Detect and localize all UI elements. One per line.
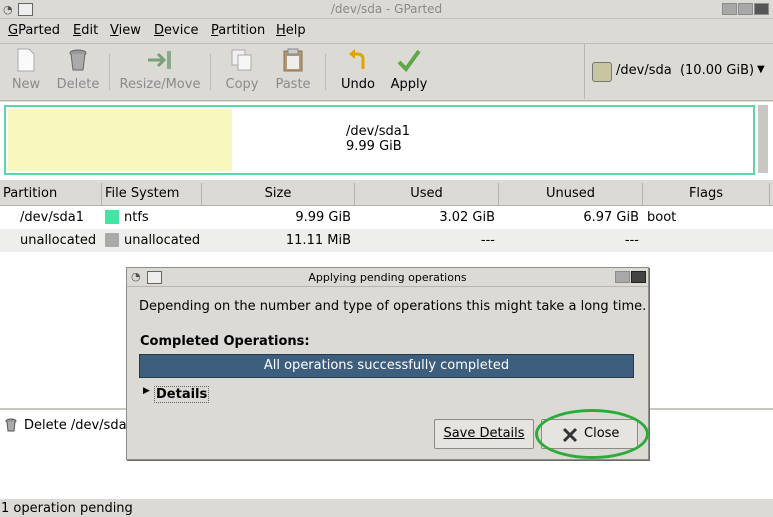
menubar: GParted Edit View Device Partition Help	[0, 19, 773, 44]
delete-label: Delete	[56, 77, 100, 92]
cell-unused: ---	[624, 233, 639, 248]
dialog-message: Depending on the number and type of oper…	[139, 299, 647, 314]
operations-progress-bar: All operations successfully completed	[139, 354, 634, 378]
toolbar-separator	[325, 54, 326, 90]
save-details-button[interactable]: Save Details	[434, 419, 534, 449]
dialog-titlebar: ◔ Applying pending operations	[127, 268, 648, 287]
menu-edit[interactable]: Edit	[73, 23, 98, 38]
dialog-close-button[interactable]	[631, 271, 646, 283]
new-document-icon	[4, 47, 48, 73]
col-flags[interactable]: Flags	[643, 183, 770, 205]
menu-gparted[interactable]: GParted	[8, 23, 60, 38]
cell-partition: unallocated	[20, 233, 97, 248]
maximize-button[interactable]	[738, 3, 753, 15]
cell-partition: /dev/sda1	[20, 210, 84, 225]
details-expander[interactable]: Details	[154, 386, 210, 403]
menu-partition[interactable]: Partition	[211, 23, 265, 38]
menu-view[interactable]: View	[110, 23, 141, 38]
menu-device[interactable]: Device	[154, 23, 198, 38]
toolbar-separator	[109, 54, 110, 90]
cell-size: 11.11 MiB	[285, 233, 351, 248]
dialog-minimize-button[interactable]	[615, 271, 630, 283]
resize-icon	[116, 47, 204, 73]
col-used[interactable]: Used	[355, 183, 499, 205]
paste-icon	[271, 47, 315, 73]
trash-icon	[52, 47, 104, 73]
completed-operations-label: Completed Operations:	[140, 334, 310, 349]
disk-map-scrollbar[interactable]	[758, 105, 768, 173]
cell-file-system: ntfs	[124, 210, 149, 225]
cell-size: 9.99 GiB	[295, 210, 351, 225]
window-title: /dev/sda - GParted	[330, 2, 443, 16]
cell-used: ---	[480, 233, 495, 248]
col-size[interactable]: Size	[202, 183, 355, 205]
copy-icon	[220, 47, 264, 73]
partition-block-text: /dev/sda1 9.99 GiB	[346, 124, 410, 154]
minimize-button[interactable]	[722, 3, 737, 15]
resize-move-button[interactable]: Resize/Move	[116, 47, 204, 92]
new-button[interactable]: New	[4, 47, 48, 92]
dropdown-arrow-icon: ▼	[757, 64, 765, 75]
new-label: New	[11, 77, 41, 92]
delete-button[interactable]: Delete	[52, 47, 104, 92]
partition-used-space	[8, 109, 232, 171]
table-row[interactable]: /dev/sda1 ntfs 9.99 GiB 3.02 GiB 6.97 Gi…	[0, 206, 773, 229]
menu-help[interactable]: Help	[276, 23, 306, 38]
fs-color-swatch	[105, 233, 119, 247]
pending-operation-text: Delete /dev/sda1	[24, 418, 135, 433]
table-row[interactable]: unallocated unallocated 11.11 MiB --- --…	[0, 229, 773, 252]
checkmark-icon	[386, 47, 432, 73]
paste-button[interactable]: Paste	[271, 47, 315, 92]
close-window-button[interactable]	[754, 3, 769, 15]
device-label: /dev/sda (10.00 GiB)	[616, 63, 755, 78]
cell-file-system: unallocated	[124, 233, 201, 248]
paste-label: Paste	[275, 77, 311, 92]
status-text: 1 operation pending	[1, 501, 133, 516]
statusbar: 1 operation pending	[0, 499, 773, 517]
device-selector[interactable]: /dev/sda (10.00 GiB) ▼	[584, 44, 773, 99]
cell-flags: boot	[647, 210, 677, 225]
undo-button[interactable]: Undo	[336, 47, 380, 92]
toolbar-separator	[210, 54, 211, 90]
cell-used: 3.02 GiB	[439, 210, 495, 225]
partition-table-header: Partition File System Size Used Unused F…	[0, 183, 773, 206]
window-titlebar: ◔ /dev/sda - GParted	[0, 0, 773, 19]
save-details-label: Save Details	[443, 426, 525, 441]
undo-label: Undo	[341, 77, 375, 92]
resize-move-label: Resize/Move	[119, 77, 201, 92]
dialog-title: Applying pending operations	[308, 271, 467, 284]
harddisk-icon	[592, 62, 612, 82]
col-partition[interactable]: Partition	[0, 183, 102, 205]
copy-button[interactable]: Copy	[220, 47, 264, 92]
trash-icon	[5, 418, 17, 436]
fs-color-swatch	[105, 210, 119, 224]
expander-arrow-icon[interactable]: ▶	[143, 386, 150, 396]
cell-unused: 6.97 GiB	[583, 210, 639, 225]
apply-button[interactable]: Apply	[386, 47, 432, 92]
annotation-circle	[535, 409, 649, 459]
col-unused[interactable]: Unused	[499, 183, 643, 205]
undo-icon	[336, 47, 380, 73]
partition-block-sda1[interactable]: /dev/sda1 9.99 GiB	[4, 105, 755, 175]
apply-label: Apply	[390, 77, 428, 92]
partition-block-size: 9.99 GiB	[346, 139, 402, 154]
partition-block-name: /dev/sda1	[346, 124, 410, 139]
col-file-system[interactable]: File System	[102, 183, 202, 205]
copy-label: Copy	[225, 77, 259, 92]
